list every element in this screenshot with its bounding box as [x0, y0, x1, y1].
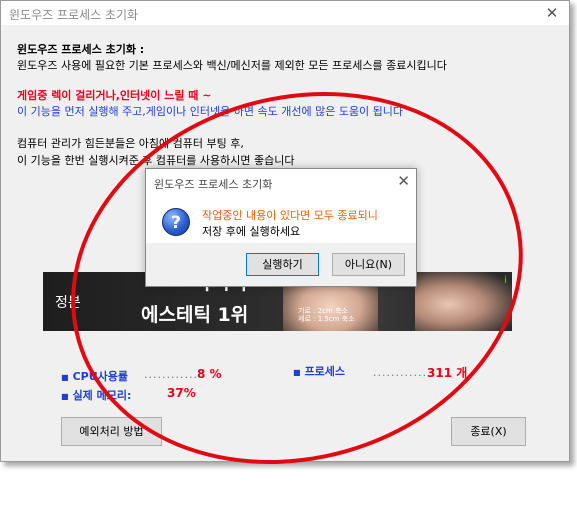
no-button[interactable]: 아니요(N): [332, 253, 405, 276]
exit-button[interactable]: 종료(X): [451, 417, 526, 446]
bullet-icon: ■: [293, 368, 301, 377]
process-label: ■ 프로세스: [293, 363, 345, 379]
dialog-message-line-1: 작업중인 내용이 있다면 모두 종료되니: [202, 209, 378, 222]
ad-model-image: [415, 272, 512, 331]
ad-measure-line-1: 기로 : 2cm 축소: [298, 307, 348, 315]
intro-description: 윈도우즈 사용에 필요한 기본 프로세스와 백신/메신저를 제외한 모든 프로세…: [17, 59, 447, 72]
memory-label-text: 실제 메모리:: [72, 389, 132, 402]
ad-measure-line-2: 세로 : 1.5cm 축소: [298, 315, 355, 323]
window-close-button[interactable]: ✕: [535, 1, 569, 25]
dialog-title-bar: 윈도우즈 프로세스 초기화 ✕: [146, 169, 416, 196]
note-line-1: 컴퓨터 관리가 힘든분들은 아침에 컴퓨터 부팅 후,: [17, 137, 244, 150]
window-title: 윈도우즈 프로세스 초기화: [9, 8, 139, 22]
memory-value: 37%: [167, 386, 196, 400]
intro-heading: 윈도우즈 프로세스 초기화 :: [17, 43, 145, 56]
confirm-dialog: 윈도우즈 프로세스 초기화 ✕ ? 작업중인 내용이 있다면 모두 종료되니 저…: [145, 168, 417, 287]
title-bar: 윈도우즈 프로세스 초기화 ✕: [1, 1, 569, 25]
bullet-icon: ■: [61, 373, 69, 382]
bullet-icon: ■: [61, 392, 69, 401]
dialog-footer: 실행하기 아니요(N): [146, 243, 416, 286]
dialog-message-line-2: 저장 후에 실행하세요: [202, 225, 301, 238]
tip-text: 이 기능을 먼저 실행해 주고,게임이나 인터넷을 하면 속도 개선에 많은 도…: [17, 105, 404, 118]
ad-info-icon[interactable]: i: [504, 275, 507, 286]
dialog-close-button[interactable]: ✕: [397, 172, 410, 190]
question-icon: ?: [162, 208, 190, 236]
cpu-dots: ............: [144, 368, 198, 381]
process-count-value: 311 개: [427, 366, 468, 380]
cpu-usage-label: ■ CPU사용률: [61, 368, 128, 384]
ad-logo: 정본: [55, 295, 81, 311]
run-button[interactable]: 실행하기: [246, 253, 319, 276]
cpu-usage-value: 8 %: [197, 367, 222, 381]
ad-headline: 에스테틱 1위: [141, 304, 249, 326]
cpu-label-text: CPU사용률: [72, 370, 128, 383]
memory-label: ■ 실제 메모리:: [61, 387, 131, 403]
dialog-body: ? 작업중인 내용이 있다면 모두 종료되니 저장 후에 실행하세요 실행하기 …: [146, 196, 416, 286]
process-dots: ............: [373, 366, 427, 379]
dialog-title: 윈도우즈 프로세스 초기화: [154, 178, 273, 191]
exception-handling-button[interactable]: 예외처리 방법: [61, 417, 162, 446]
process-label-text: 프로세스: [304, 365, 346, 378]
ad-measure-text: 기로 : 2cm 축소 세로 : 1.5cm 축소: [298, 307, 355, 323]
note-line-2: 이 기능을 한번 실행시켜준 후 컴퓨터를 사용하시면 좋습니다: [17, 154, 295, 167]
warning-text: 게임중 렉이 걸리거나,인터넷이 느릴 때 ~: [17, 89, 212, 102]
